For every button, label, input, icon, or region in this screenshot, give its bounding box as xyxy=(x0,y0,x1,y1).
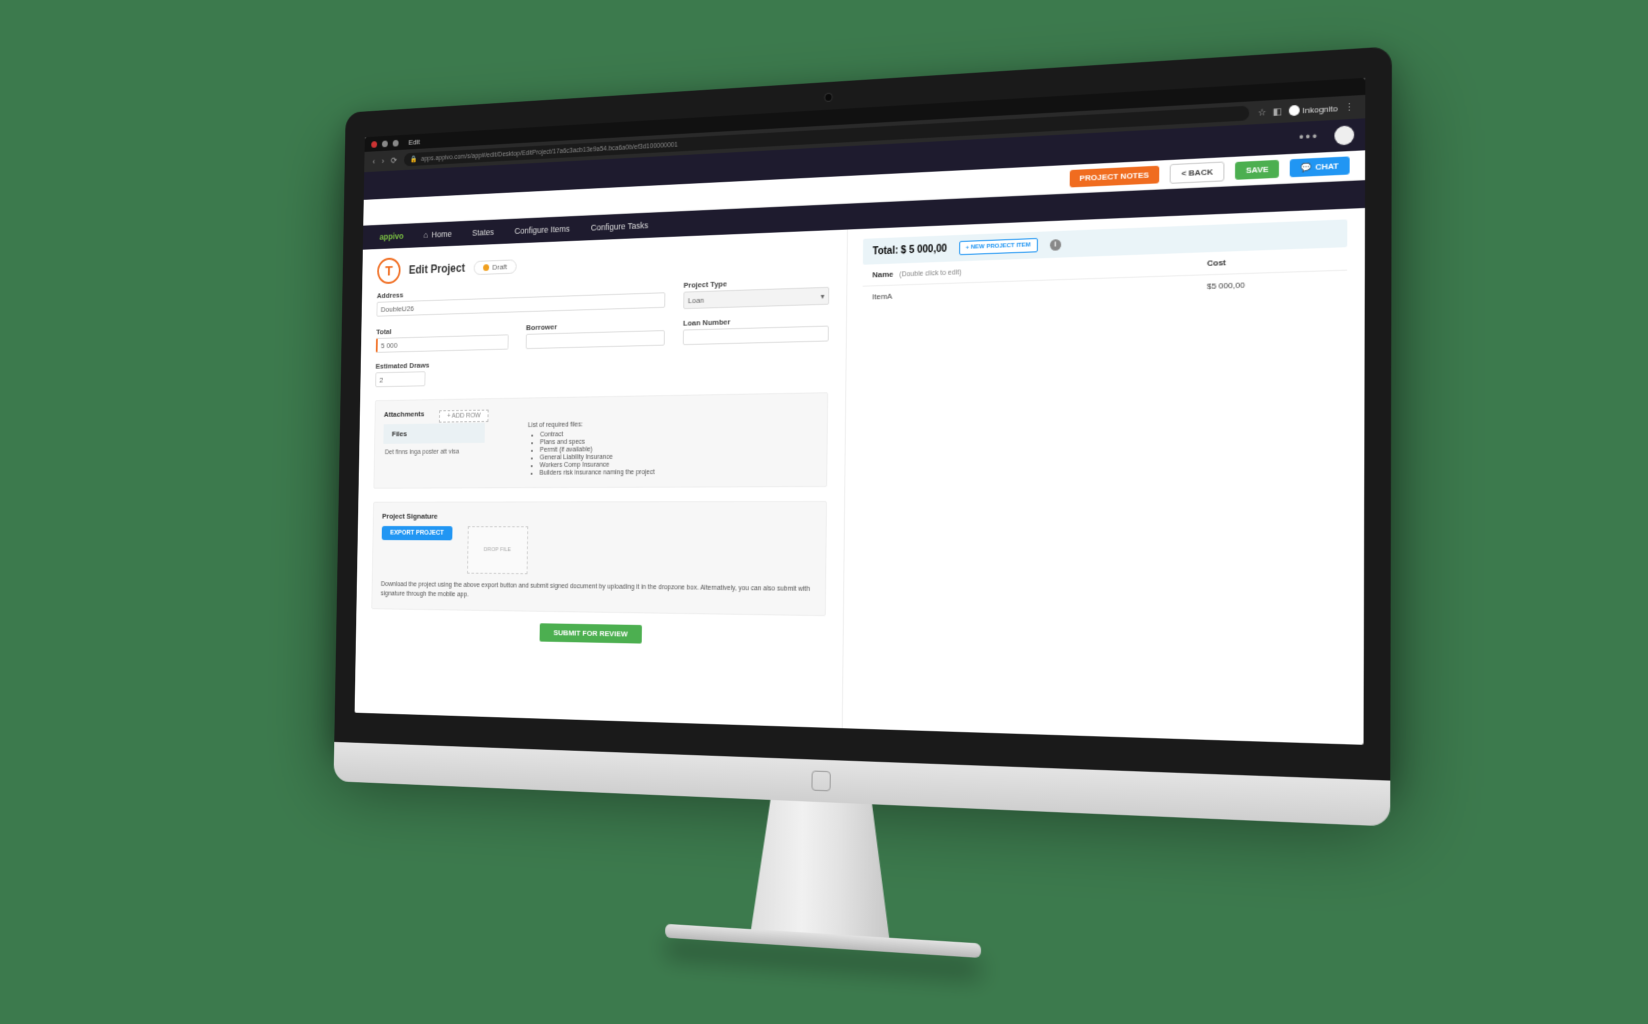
signature-panel: Project Signature EXPORT PROJECT DROP FI… xyxy=(371,501,827,616)
monitor-stand xyxy=(730,798,913,939)
window-close-icon[interactable] xyxy=(371,141,377,148)
chat-button[interactable]: 💬 CHAT xyxy=(1290,156,1350,177)
signature-dropzone[interactable]: DROP FILE xyxy=(467,526,528,574)
nav-home[interactable]: ⌂ Home xyxy=(424,229,452,240)
chevron-down-icon: ▾ xyxy=(821,291,825,300)
tenant-logo-icon: T xyxy=(377,257,401,284)
item-name: ItemA xyxy=(872,282,1207,302)
incognito-indicator: Inkognito xyxy=(1288,103,1337,116)
monitor-mockup: Edit ‹ › ⟳ 🔒 apps.appivo.com/s/app#/edit… xyxy=(331,46,1392,984)
app-body: T Edit Project Draft Address DoubleU26 xyxy=(355,208,1365,745)
monitor-bezel: Edit ‹ › ⟳ 🔒 apps.appivo.com/s/app#/edit… xyxy=(334,46,1392,780)
project-type-value: Loan xyxy=(688,295,704,304)
items-total-label: Total: $ 5 000,00 xyxy=(873,243,947,257)
col-name-hint: (Double click to edit) xyxy=(899,269,961,278)
brand-logo[interactable]: appivo xyxy=(379,231,403,241)
info-icon[interactable]: i xyxy=(1050,239,1061,251)
signature-title: Project Signature xyxy=(382,512,816,521)
required-file-item: Workers Comp Insurance xyxy=(540,461,655,469)
back-button[interactable]: < BACK xyxy=(1170,161,1225,183)
required-files-list: List of required files: ContractPlans an… xyxy=(527,421,655,478)
avatar[interactable] xyxy=(1334,125,1354,145)
chat-label: CHAT xyxy=(1315,161,1339,172)
attachments-panel: Attachments + ADD ROW Files Det finns in… xyxy=(373,392,828,488)
files-empty-text: Det finns inga poster att visa xyxy=(383,443,502,462)
files-header: Files xyxy=(383,423,485,444)
required-file-item: Permit (if available) xyxy=(540,446,655,454)
loan-number-input[interactable] xyxy=(683,326,829,346)
new-project-item-button[interactable]: + NEW PROJECT ITEM xyxy=(959,238,1038,255)
left-pane: T Edit Project Draft Address DoubleU26 xyxy=(355,230,847,729)
extension-icon[interactable]: ◧ xyxy=(1273,105,1282,117)
status-label: Draft xyxy=(492,262,507,271)
nav-fwd-icon[interactable]: › xyxy=(382,156,385,165)
webcam-dot xyxy=(825,94,832,101)
signature-help-text: Download the project using the above exp… xyxy=(381,580,816,604)
required-file-item: Contract xyxy=(540,430,655,438)
export-project-button[interactable]: EXPORT PROJECT xyxy=(382,526,453,540)
lock-icon: 🔒 xyxy=(410,155,417,163)
total-input[interactable]: 5 000 xyxy=(376,334,509,352)
right-pane: Total: $ 5 000,00 + NEW PROJECT ITEM i N… xyxy=(842,208,1365,745)
col-cost: Cost xyxy=(1207,254,1336,268)
nav-back-icon[interactable]: ‹ xyxy=(373,157,376,166)
total-value: 5 000,00 xyxy=(909,243,947,256)
window-max-icon[interactable] xyxy=(393,139,399,146)
nav-configure-tasks[interactable]: Configure Tasks xyxy=(591,220,648,232)
required-file-item: Builders risk insurance naming the proje… xyxy=(539,469,654,476)
item-cost: $5 000,00 xyxy=(1207,277,1336,291)
est-draws-input[interactable]: 2 xyxy=(375,371,425,387)
form-grid: Address DoubleU26 Project Type Loan ▾ To… xyxy=(375,276,829,387)
status-badge: Draft xyxy=(473,259,516,275)
window-min-icon[interactable] xyxy=(382,140,388,147)
borrower-input[interactable] xyxy=(526,330,665,349)
incognito-icon xyxy=(1288,105,1299,116)
star-icon[interactable]: ☆ xyxy=(1258,106,1267,118)
required-files-title: List of required files: xyxy=(528,421,656,429)
monitor-logo-icon xyxy=(811,770,830,791)
col-name: Name xyxy=(872,270,893,280)
page-title: Edit Project xyxy=(409,261,465,276)
project-type-select[interactable]: Loan ▾ xyxy=(683,287,829,309)
required-file-item: General Liability Insurance xyxy=(540,454,655,462)
os-window-title: Edit xyxy=(408,137,420,146)
nav-home-label: Home xyxy=(431,229,451,239)
browser-right-icons: ☆ ◧ Inkognito ⋮ xyxy=(1258,101,1355,118)
more-icon[interactable]: ••• xyxy=(1299,129,1319,145)
kebab-icon[interactable]: ⋮ xyxy=(1344,101,1354,113)
incognito-label: Inkognito xyxy=(1302,103,1337,114)
est-draws-label: Estimated Draws xyxy=(376,359,509,371)
home-icon: ⌂ xyxy=(424,230,429,240)
screen: Edit ‹ › ⟳ 🔒 apps.appivo.com/s/app#/edit… xyxy=(355,78,1366,745)
add-row-button[interactable]: + ADD ROW xyxy=(439,410,488,423)
status-dot-icon xyxy=(483,264,489,271)
save-button[interactable]: SAVE xyxy=(1235,160,1279,180)
reload-icon[interactable]: ⟳ xyxy=(391,155,397,166)
chat-icon: 💬 xyxy=(1301,162,1312,172)
project-notes-button[interactable]: PROJECT NOTES xyxy=(1069,166,1159,188)
attachments-title: Attachments xyxy=(384,410,425,419)
nav-states[interactable]: States xyxy=(472,227,494,237)
submit-for-review-button[interactable]: SUBMIT FOR REVIEW xyxy=(539,623,642,643)
required-file-item: Plans and specs xyxy=(540,438,655,446)
nav-configure-items[interactable]: Configure Items xyxy=(514,224,569,236)
total-prefix: Total: $ xyxy=(873,245,907,257)
